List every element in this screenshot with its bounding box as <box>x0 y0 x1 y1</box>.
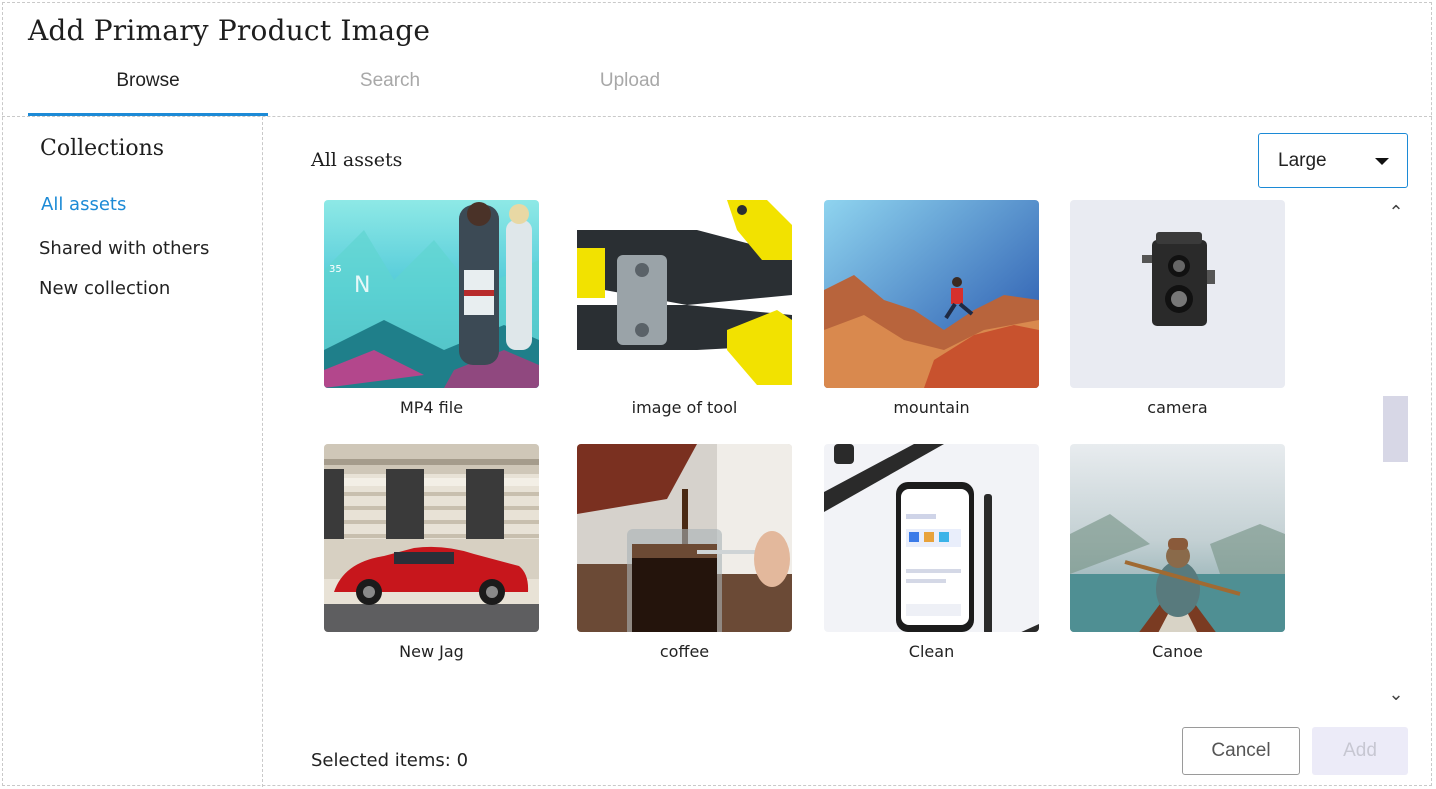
tab-browse[interactable]: Browse <box>28 68 268 116</box>
sidebar-item-new-collection[interactable]: New collection <box>39 278 170 299</box>
asset-label: mountain <box>893 398 970 417</box>
scrollbar-thumb[interactable] <box>1383 396 1408 462</box>
asset-card-camera[interactable]: camera <box>1070 200 1285 417</box>
asset-card-canoe[interactable]: Canoe <box>1070 444 1285 661</box>
asset-thumbnail: 35 N <box>324 200 539 388</box>
add-button[interactable]: Add <box>1312 727 1408 775</box>
collections-title: Collections <box>40 136 165 161</box>
asset-label: coffee <box>659 642 710 661</box>
asset-card-mountain[interactable]: mountain <box>824 200 1039 417</box>
tab-upload[interactable]: Upload <box>510 68 750 116</box>
header-divider <box>2 116 1432 117</box>
asset-thumbnail <box>824 200 1039 388</box>
asset-label: camera <box>1147 398 1208 417</box>
svg-text:N: N <box>354 273 370 298</box>
sidebar-divider <box>262 117 263 787</box>
asset-label: image of tool <box>631 398 738 417</box>
asset-thumbnail <box>1070 444 1285 632</box>
asset-label: Canoe <box>1152 642 1203 661</box>
size-select[interactable]: Large <box>1258 133 1408 188</box>
asset-label: Clean <box>908 642 955 661</box>
asset-card-coffee[interactable]: coffee <box>577 444 792 661</box>
assets-title: All assets <box>311 149 403 171</box>
dialog-title: Add Primary Product Image <box>28 14 431 47</box>
asset-thumbnail <box>824 444 1039 632</box>
asset-label: New Jag <box>399 642 464 661</box>
asset-thumbnail <box>324 444 539 632</box>
tab-search[interactable]: Search <box>270 68 510 116</box>
sidebar-item-shared-with-others[interactable]: Shared with others <box>39 238 209 259</box>
asset-label: MP4 file <box>399 398 464 417</box>
asset-card-new-jag[interactable]: New Jag <box>324 444 539 661</box>
asset-card-clean[interactable]: Clean <box>824 444 1039 661</box>
asset-thumbnail <box>577 200 792 388</box>
sidebar-item-all-assets[interactable]: All assets <box>41 194 126 215</box>
svg-text:35: 35 <box>329 264 342 275</box>
cancel-button[interactable]: Cancel <box>1182 727 1300 775</box>
scroll-down-icon[interactable]: ⌄ <box>1386 684 1406 705</box>
asset-card-image-of-tool[interactable]: image of tool <box>577 200 792 417</box>
asset-thumbnail <box>1070 200 1285 388</box>
selected-items-count: Selected items: 0 <box>311 750 469 771</box>
scroll-up-icon[interactable]: ⌃ <box>1386 202 1406 223</box>
asset-card-mp4-file[interactable]: 35 N MP4 file <box>324 200 539 417</box>
size-select-value: Large <box>1278 150 1327 171</box>
chevron-down-icon <box>1375 158 1389 165</box>
asset-thumbnail <box>577 444 792 632</box>
